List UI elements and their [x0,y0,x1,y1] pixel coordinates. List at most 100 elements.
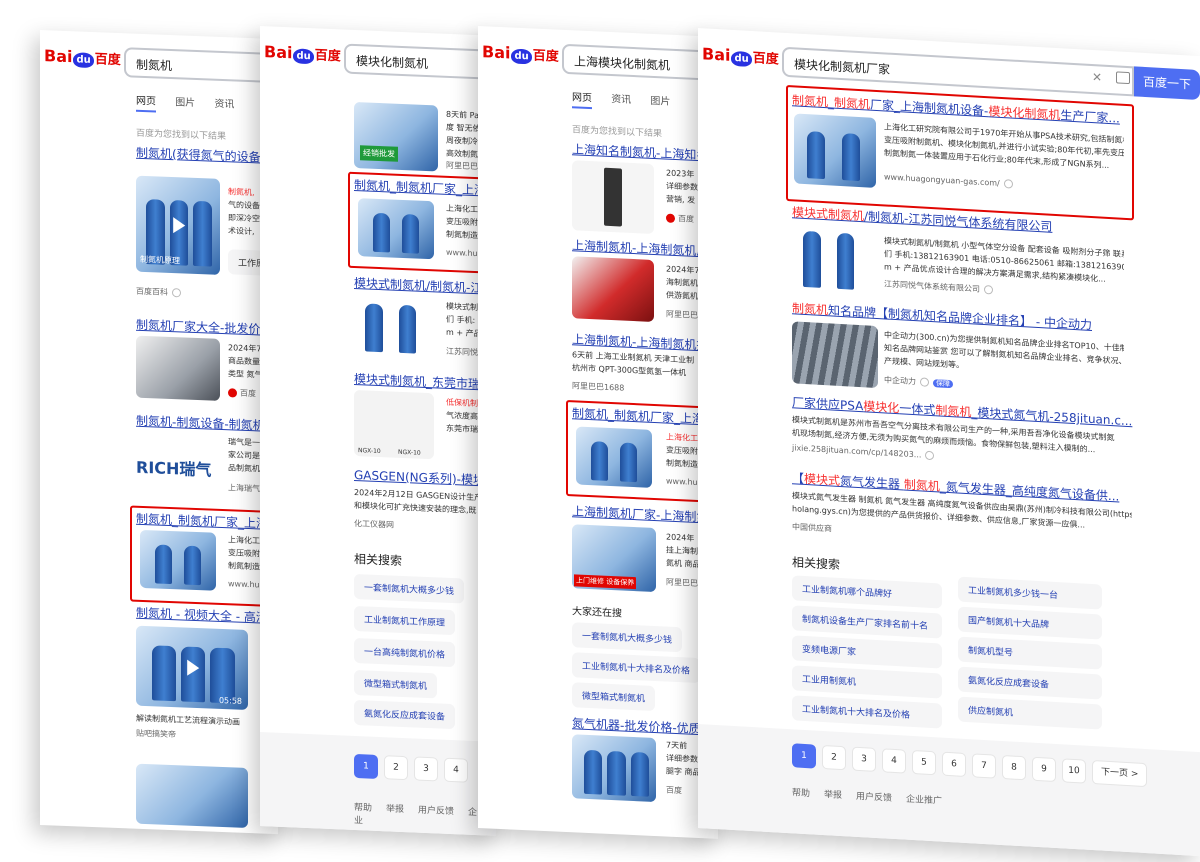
video-thumbnail[interactable] [136,763,248,828]
related-search-chip[interactable]: 供应制氮机 [958,696,1102,730]
result-source: 江苏同悦气体系统有限公司 [884,278,993,295]
next-page-button[interactable]: 下一页 > [1092,760,1148,788]
page-button[interactable]: 8 [1002,754,1026,781]
footer-link[interactable]: 帮助 [792,788,810,799]
page-button[interactable]: 3 [414,756,438,782]
tab-web[interactable]: 网页 [136,95,156,113]
result-snippet: 2023年 详细参数 营销, 发 [666,168,698,205]
page-button[interactable]: 10 [1062,758,1086,784]
result-thumbnail[interactable] [140,529,216,591]
search-button[interactable]: 百度一下 [1134,66,1200,101]
result-thumbnail[interactable] [792,225,872,296]
tab-images[interactable]: 图片 [175,97,195,109]
result-thumbnail[interactable] [576,426,652,488]
rich-logo[interactable]: RICH瑞气 [136,454,211,481]
result-title[interactable]: 模块式制氮机/制氮机-江 [354,274,482,296]
result-thumbnail[interactable]: NGX-10 NGX-10 [354,389,434,460]
footer-link[interactable]: 企业推广 [906,795,942,807]
result-snippet: 模块式制们 手机: m + 产品 [446,301,482,339]
related-search-chip[interactable]: 微型箱式制氮机 [354,669,438,699]
result-title[interactable]: 制氮机-制氮设备-制氮机 [136,412,265,434]
result-source: 中企动力 保障 [884,374,953,389]
related-search-chip[interactable]: 一台高纯制氮机价格 [354,637,456,668]
tab-images[interactable]: 图片 [650,96,670,108]
related-search-chip[interactable]: 一套制氮机大概多少钱 [354,573,465,604]
result-thumbnail[interactable]: 经销批发 [354,101,438,172]
result-title[interactable]: 制氮机 - 视频大全 - 高清 [136,604,268,626]
logo-text: Bai [44,46,73,67]
baidu-logo[interactable]: Bai du 百度 [702,44,779,68]
result-thumbnail[interactable] [794,113,876,188]
also-search-heading: 大家还在搜 [572,606,622,620]
result-title[interactable]: 上海制氮机厂家-上海制氮 [572,502,708,525]
tab-news[interactable]: 资讯 [214,99,234,111]
page-button[interactable]: 2 [822,744,846,771]
related-search-chip[interactable]: 国产制氮机十大品牌 [958,606,1102,640]
result-thumbnail[interactable] [136,335,220,401]
result-title[interactable]: 模块式制氮机_东莞市瑞 [354,370,480,392]
related-search-chip[interactable]: 工业制氮机工作原理 [354,605,456,636]
tab-web[interactable]: 网页 [572,92,592,110]
related-search-chip[interactable]: 工业用制氮机 [792,665,942,699]
page-button[interactable]: 6 [942,751,966,777]
baidu-logo[interactable]: Bai du 百度 [482,42,559,65]
footer-link[interactable]: 用户反馈 [856,792,892,804]
related-search-chip[interactable]: 一套制氮机大概多少钱 [572,622,683,653]
result-title[interactable]: 上海知名制氮机-上海知名 [572,140,708,163]
result-thumbnail[interactable]: 上门维修 设备保养 [572,524,656,593]
related-searches-heading: 相关搜索 [792,555,841,572]
tab-news[interactable]: 资讯 [611,94,631,106]
result-title[interactable]: 制氮机(获得氮气的设备 [136,144,261,166]
related-search-chip[interactable]: 氨氮化反应成套设备 [354,699,456,730]
page-button[interactable]: 5 [912,749,936,776]
camera-icon[interactable] [1116,71,1130,85]
search-input[interactable]: 模块化制氮机 [344,43,496,80]
result-thumbnail[interactable] [572,256,654,322]
search-tabs: 网页 资讯 图片 [572,88,686,110]
result-thumbnail[interactable] [354,295,434,360]
result-title[interactable]: 氮气机器-批发价格-优质 [572,714,701,737]
video-thumbnail[interactable]: 05:58 [136,625,248,710]
baidu-logo[interactable]: Bai du 百度 [44,46,121,69]
result-count: 百度为您找到以下结果 [572,125,663,140]
related-search-chip[interactable]: 氨氮化反应成套设备 [958,666,1102,700]
search-input[interactable]: 上海模块化制氮机 [562,43,718,81]
related-search-chip[interactable]: 工业制氮机多少钱一台 [958,576,1102,610]
result-thumbnail[interactable] [358,198,434,260]
result-thumbnail[interactable] [572,734,656,803]
search-input[interactable]: 制氮机 [124,47,278,84]
related-search-chip[interactable]: 工业制氮机十大排名及价格 [572,652,701,684]
result-thumbnail[interactable] [572,160,654,234]
related-search-chip[interactable]: 制氮机设备生产厂家排名前十名 [792,605,942,639]
related-search-chip[interactable]: 变频电源厂家 [792,635,942,669]
footer-link[interactable]: 举报 [824,790,842,801]
result-thumbnail[interactable] [792,321,878,389]
play-icon [187,659,200,677]
footer-link[interactable]: 企业 [354,808,477,827]
page-button[interactable]: 4 [444,757,468,783]
result-source: 上海瑞气 [228,483,260,494]
related-search-chip[interactable]: 微型箱式制氮机 [572,682,656,712]
footer-link[interactable]: 举报 [386,804,404,815]
page-button[interactable]: 9 [1032,756,1056,783]
footer-link[interactable]: 用户反馈 [418,806,454,818]
page-button[interactable]: 4 [882,748,906,774]
result-title[interactable]: 上海制氮机-上海制氮机厂 [572,236,708,259]
related-search-chip[interactable]: 制氮机型号 [958,636,1102,670]
video-caption[interactable]: 解读制氮机工艺流程演示动画 [136,712,240,729]
page-button[interactable]: 7 [972,753,996,779]
clear-icon[interactable]: ✕ [1092,70,1102,85]
result-source: 百度 [666,785,682,796]
footer-link[interactable]: 帮助 [354,803,372,814]
result-title[interactable]: 制氮机厂家大全-批发价 [136,316,260,338]
page-button[interactable]: 1 [792,743,816,769]
related-search-chip[interactable]: 工业制氮机哪个品牌好 [792,575,942,609]
result-title[interactable]: GASGEN(NG系列)-模块 [354,466,485,488]
related-search-chip[interactable]: 工业制氮机十大排名及价格 [792,695,942,729]
page-button[interactable]: 3 [852,746,876,772]
baidu-logo[interactable]: Bai du 百度 [264,42,341,65]
page-button[interactable]: 1 [354,753,378,779]
page-button[interactable]: 2 [384,755,408,781]
result-snippet: 上海化工 变压吸附 制氮制造 [228,535,260,572]
result-source: 江苏同悦 [446,346,478,358]
